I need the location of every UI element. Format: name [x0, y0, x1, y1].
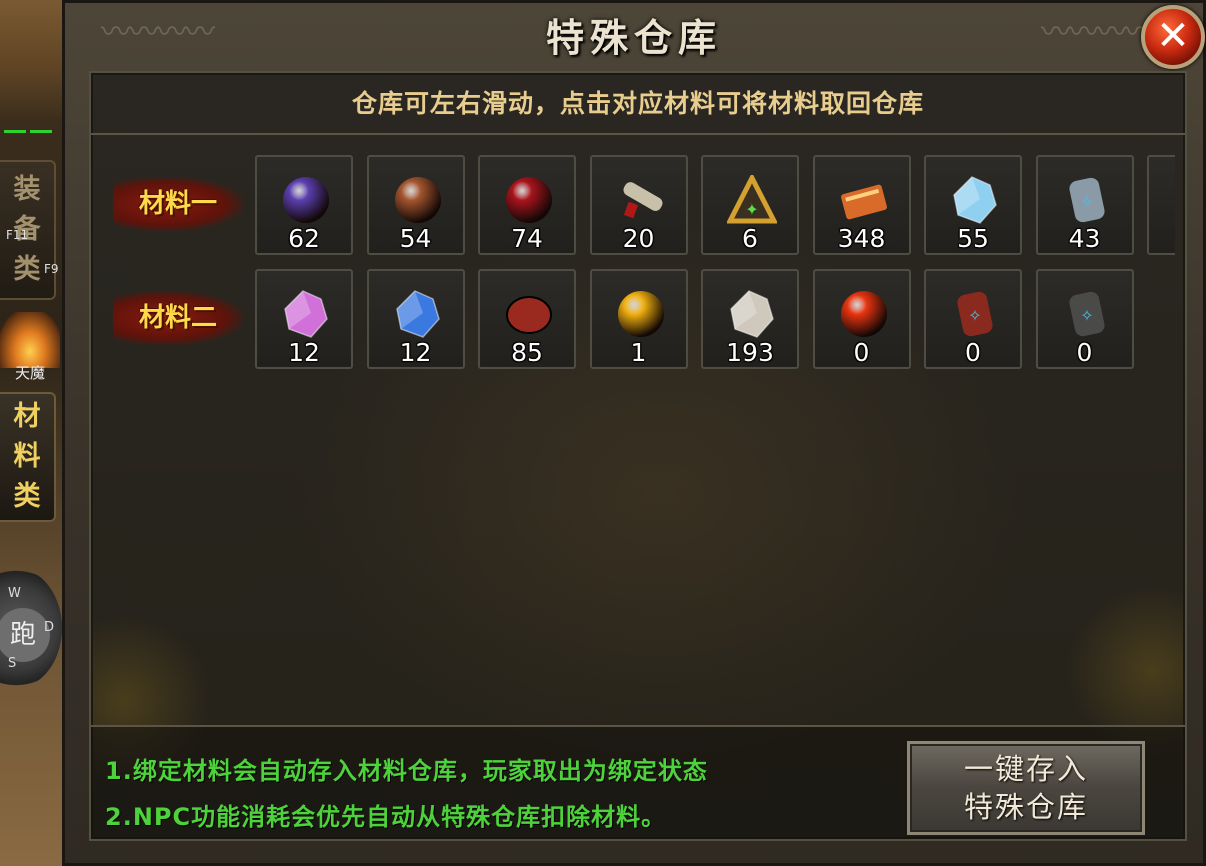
red-talisman-icon: ✧ [950, 289, 1000, 339]
fire-orb-icon [839, 289, 889, 339]
material-slot[interactable]: 74 [478, 155, 576, 255]
pink-crystal-icon [281, 289, 331, 339]
tab-equipment-char-1: 装 [13, 174, 41, 205]
material-slot[interactable]: ✧ 0 [1035, 269, 1134, 369]
flame-emblem-icon[interactable] [0, 312, 60, 368]
joystick-s-label: S [8, 656, 17, 671]
material-slot[interactable]: 12 [366, 269, 465, 369]
red-tome-icon [839, 175, 889, 225]
item-count: 62 [288, 224, 320, 253]
svg-text:✧: ✧ [1080, 192, 1093, 211]
material-row-1[interactable]: 62 54 74 20 ✦ 6 348 55 ✧ 43 [255, 155, 1175, 255]
quartz-icon [727, 289, 777, 339]
material-slot[interactable] [1147, 155, 1175, 255]
violet-gem-icon [1173, 175, 1175, 225]
item-count: 43 [1068, 224, 1101, 253]
row-label-material-1: 材料一 [113, 177, 243, 231]
material-slot[interactable]: 55 [924, 155, 1022, 255]
svg-text:✦: ✦ [745, 200, 758, 219]
material-slot[interactable]: ✦ 6 [701, 155, 799, 255]
material-slot[interactable]: ✧ 43 [1035, 155, 1134, 255]
close-button[interactable]: ✕ [1141, 5, 1205, 69]
special-warehouse-window: 〰〰〰〰 特殊仓库 〰〰〰〰 ✕ 仓库可左右滑动，点击对应材料可将材料取回仓库 … [62, 0, 1206, 866]
golden-orb-icon [616, 289, 666, 339]
item-count: 6 [742, 224, 758, 253]
item-count: 348 [837, 224, 886, 253]
tab-materials-char-3: 类 [13, 481, 41, 512]
purple-orb-icon [281, 175, 331, 225]
item-count: 0 [853, 338, 870, 367]
item-count: 0 [1076, 338, 1093, 367]
red-ore-icon [504, 289, 554, 339]
material-slot[interactable]: 85 [478, 269, 576, 369]
ice-crystal-icon [950, 175, 1000, 225]
store-button-line-1: 一键存入 [963, 752, 1088, 786]
svg-text:✧: ✧ [1080, 306, 1093, 325]
red-orb-icon [504, 175, 554, 225]
tab-equipment-char-3: 类 [13, 254, 41, 285]
movement-joystick[interactable]: W 跑 D S [0, 568, 62, 688]
row-label-material-2: 材料二 [113, 291, 243, 345]
item-count: 193 [726, 338, 774, 367]
triangle-rune-icon: ✦ [725, 172, 779, 225]
material-slot[interactable]: 54 [366, 155, 465, 255]
warehouse-panel: 仓库可左右滑动，点击对应材料可将材料取回仓库 材料一 62 54 74 20 ✦ 6 348… [89, 71, 1187, 841]
item-count: 55 [957, 224, 989, 253]
joystick-d-label: D [44, 620, 55, 635]
brown-orb-icon [393, 175, 443, 225]
svg-text:✧: ✧ [968, 306, 981, 325]
hp-bar [4, 118, 58, 133]
store-button-line-2: 特殊仓库 [963, 790, 1088, 824]
tab-materials-char-1: 材 [13, 401, 41, 432]
material-slot[interactable]: 193 [701, 269, 799, 369]
tab-materials[interactable]: 材 料 类 [0, 392, 56, 522]
material-slot[interactable]: 348 [812, 155, 911, 255]
item-count: 1 [630, 338, 647, 367]
material-slot[interactable]: ✧ 0 [924, 269, 1022, 369]
run-button[interactable]: 跑 [0, 608, 50, 662]
item-count: 12 [399, 338, 432, 367]
tab-materials-char-2: 料 [13, 441, 41, 472]
material-row-2[interactable]: 12 12 85 1 193 0 ✧ 0 ✧ 0 [255, 269, 1175, 369]
note-npc-consumption: 2.NPC功能消耗会优先自动从特殊仓库扣除材料。 [105, 803, 667, 831]
material-slot[interactable]: 62 [255, 155, 353, 255]
emblem-label: 天魔 [14, 364, 45, 380]
scroll-icon [616, 175, 666, 225]
joystick-w-label: W [8, 586, 21, 601]
item-count: 12 [288, 338, 320, 367]
dark-talisman-icon: ✧ [1062, 289, 1112, 339]
item-count: 85 [511, 338, 543, 367]
footer: 1.绑定材料会自动存入材料仓库，玩家取出为绑定状态 2.NPC功能消耗会优先自动… [91, 725, 1185, 839]
item-count: 74 [511, 224, 543, 253]
item-count: 54 [399, 224, 432, 253]
material-slot[interactable]: 0 [812, 269, 911, 369]
material-slot[interactable]: 1 [589, 269, 688, 369]
item-count: 0 [965, 338, 981, 367]
blue-crystal-icon [393, 289, 443, 339]
one-click-store-button[interactable]: 一键存入 特殊仓库 [907, 741, 1145, 835]
rune-stone-icon: ✧ [1062, 175, 1112, 225]
left-sidebar: 装 备 类 F11 F9 天魔 材 料 类 W 跑 D S [0, 0, 62, 866]
note-bound-materials: 1.绑定材料会自动存入材料仓库，玩家取出为绑定状态 [105, 757, 708, 785]
material-slot[interactable]: 12 [255, 269, 353, 369]
close-icon: ✕ [1156, 13, 1190, 59]
instruction-text: 仓库可左右滑动，点击对应材料可将材料取回仓库 [91, 73, 1185, 135]
f11-key-hint: F11 [6, 228, 29, 242]
dragon-ornament-right-icon: 〰〰〰〰 [1041, 15, 1155, 50]
title-bar: 〰〰〰〰 特殊仓库 〰〰〰〰 ✕ [65, 3, 1205, 69]
item-count: 20 [622, 224, 655, 253]
material-slot[interactable]: 20 [589, 155, 688, 255]
f9-key-hint: F9 [44, 262, 59, 276]
